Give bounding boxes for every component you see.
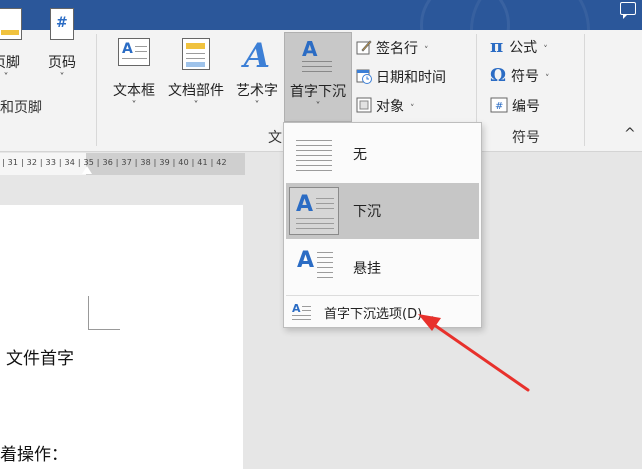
arrow-shaft	[428, 320, 530, 392]
annotation-arrow	[418, 314, 530, 392]
